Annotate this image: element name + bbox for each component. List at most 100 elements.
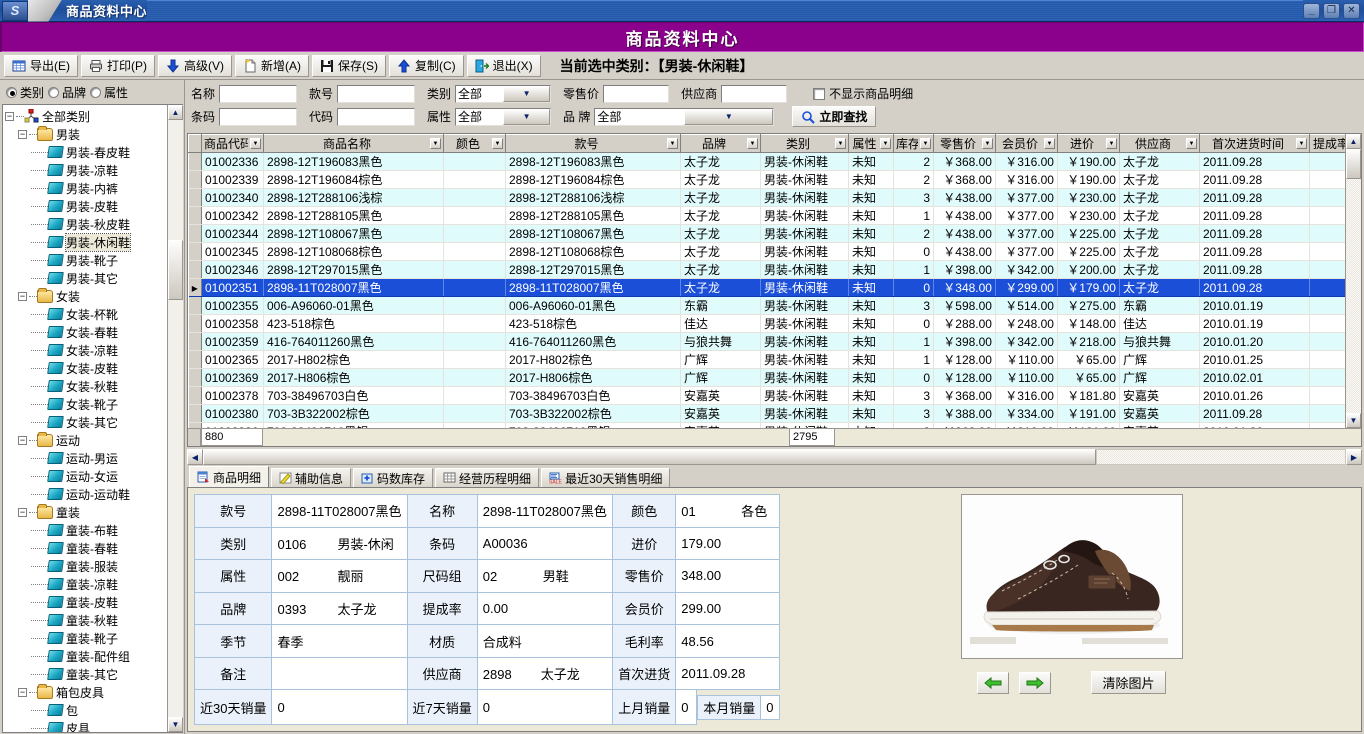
restore-icon[interactable]: ❐ (1323, 2, 1340, 19)
remark-value[interactable] (271, 656, 408, 691)
radio-attribute[interactable]: 属性 (90, 84, 128, 101)
tree-node-2[interactable]: 男装-春皮鞋 (5, 143, 167, 161)
member-value[interactable]: 299.00 (675, 591, 780, 626)
sizegroup-value[interactable]: 02 男鞋 (476, 559, 614, 593)
column-header-3[interactable]: 款号 ▼ (505, 134, 681, 153)
tree-expander-icon[interactable]: − (18, 687, 27, 697)
table-row[interactable]: 01002340 2898-12T288106浅棕 2898-12T288106浅棕… (188, 188, 1345, 207)
column-filter-icon[interactable]: ▼ (920, 138, 931, 149)
column-header-11[interactable]: 供应商 ▼ (1119, 134, 1200, 153)
column-filter-icon[interactable]: ▼ (492, 138, 503, 149)
column-filter-icon[interactable]: ▼ (982, 138, 993, 149)
table-row[interactable]: 01002345 2898-12T108068棕色 2898-12T108068棕色… (188, 242, 1345, 261)
tree-node-31[interactable]: 童装-其它 (5, 665, 167, 683)
retail-value[interactable]: 348.00 (675, 559, 780, 593)
tree-scrollbar[interactable]: ▲ ▼ (167, 105, 183, 732)
add-button[interactable]: 新增(A) (235, 54, 309, 77)
column-filter-icon[interactable]: ▼ (250, 138, 261, 149)
tree-node-5[interactable]: 男装-皮鞋 (5, 197, 167, 215)
hide-detail-checkbox[interactable]: 不显示商品明细 (813, 85, 913, 102)
tree-expander-icon[interactable]: − (18, 129, 27, 139)
tree-node-28[interactable]: 童装-秋鞋 (5, 611, 167, 629)
minimize-icon[interactable]: _ (1303, 2, 1320, 19)
name-value[interactable]: 2898-11T028007黑色 (476, 494, 614, 528)
margin-value[interactable]: 48.56 (675, 624, 780, 658)
radio-brand[interactable]: 品牌 (48, 84, 86, 101)
next-image-button[interactable] (1019, 671, 1052, 694)
chevron-down-icon[interactable]: ▼ (684, 108, 774, 125)
category-tree[interactable]: − 全部类别 − 男装 男装-春皮鞋 男装-凉鞋 男装-内裤 男装-皮鞋 男装-秋皮鞋 男装-休闲… (3, 105, 167, 732)
tree-node-7[interactable]: 男装-休闲鞋 (5, 232, 167, 252)
table-row[interactable]: 01002359 416-764011260黑色 416-764011260黑色 与狼… (188, 332, 1345, 351)
table-row[interactable]: 01002346 2898-12T297015黑色 2898-12T297015黑色… (188, 260, 1345, 279)
grid-hscrollbar[interactable]: ◀ ▶ (187, 449, 1362, 465)
style-value[interactable]: 2898-11T028007黑色 (271, 494, 408, 528)
tree-node-6[interactable]: 男装-秋皮鞋 (5, 215, 167, 233)
column-filter-icon[interactable]: ▼ (1044, 138, 1055, 149)
radio-category[interactable]: 类别 (6, 84, 44, 101)
exit-button[interactable]: 退出(X) (466, 54, 541, 77)
retail-input[interactable] (603, 84, 670, 103)
tree-node-34[interactable]: 皮具 (5, 719, 167, 732)
lastmonth-value[interactable]: 0 (675, 689, 698, 725)
sales30-value[interactable]: 0 (271, 689, 408, 725)
tree-node-11[interactable]: 女装-杯靴 (5, 305, 167, 323)
brand-select[interactable]: 全部 ▼ (594, 107, 775, 126)
column-filter-icon[interactable]: ▼ (1106, 138, 1117, 149)
hscroll-track[interactable] (1096, 449, 1346, 465)
style-input[interactable] (337, 84, 416, 103)
column-filter-icon[interactable]: ▼ (1186, 138, 1197, 149)
column-header-0[interactable]: 商品代码 ▼ (201, 134, 264, 153)
material-value[interactable]: 合成料 (476, 624, 614, 658)
hide-detail-checkbox-box[interactable] (813, 87, 826, 100)
code-input[interactable] (337, 107, 416, 126)
grid-vscrollbar[interactable]: ▲ ▼ (1345, 134, 1361, 428)
table-row[interactable]: 01002369 2017-H806棕色 2017-H806棕色 广辉 男装-休闲鞋 未知… (188, 368, 1345, 387)
column-header-5[interactable]: 类别 ▼ (760, 134, 849, 153)
tree-node-17[interactable]: 女装-其它 (5, 413, 167, 431)
table-row[interactable]: 01002344 2898-12T108067黑色 2898-12T108067黑色… (188, 224, 1345, 243)
tree-node-18[interactable]: − 运动 (5, 431, 167, 449)
column-header-7[interactable]: 库存 ▼ (893, 134, 934, 153)
category-select[interactable]: 全部 ▼ (455, 84, 552, 103)
tree-node-20[interactable]: 运动-女运 (5, 467, 167, 485)
print-button[interactable]: 打印(P) (81, 54, 155, 77)
prev-image-button[interactable] (977, 671, 1010, 694)
tree-node-32[interactable]: − 箱包皮具 (5, 683, 167, 701)
table-row[interactable]: 01002339 2898-12T196084棕色 2898-12T196084棕色… (188, 170, 1345, 189)
chevron-down-icon[interactable]: ▼ (503, 108, 551, 125)
column-filter-icon[interactable]: ▼ (667, 138, 678, 149)
season-value[interactable]: 春季 (271, 624, 408, 658)
column-filter-icon[interactable]: ▼ (880, 138, 891, 149)
tree-node-16[interactable]: 女装-靴子 (5, 395, 167, 413)
tree-node-26[interactable]: 童装-凉鞋 (5, 575, 167, 593)
table-row[interactable]: 01002355 006-A96060-01黑色 006-A96060-01黑色 东霸… (188, 296, 1345, 315)
tree-scroll-down-icon[interactable]: ▼ (168, 717, 183, 732)
tree-node-3[interactable]: 男装-凉鞋 (5, 161, 167, 179)
tree-node-24[interactable]: 童装-春鞋 (5, 539, 167, 557)
tree-node-8[interactable]: 男装-靴子 (5, 251, 167, 269)
tree-node-13[interactable]: 女装-凉鞋 (5, 341, 167, 359)
column-filter-icon[interactable]: ▼ (430, 138, 441, 149)
tree-scroll-thumb[interactable] (168, 240, 183, 300)
column-header-9[interactable]: 会员价 ▼ (995, 134, 1058, 153)
grid-scroll-track[interactable] (1346, 149, 1361, 413)
table-row[interactable]: 01002380 703-3B322002棕色 703-3B322002棕色 安嘉英男… (188, 404, 1345, 423)
tree-node-25[interactable]: 童装-服装 (5, 557, 167, 575)
color-value[interactable]: 01 各色 (675, 494, 780, 528)
advanced-button[interactable]: 高级(V) (158, 54, 232, 77)
tree-node-15[interactable]: 女装-秋鞋 (5, 377, 167, 395)
tree-node-19[interactable]: 运动-男运 (5, 449, 167, 467)
clear-image-button[interactable]: 清除图片 (1091, 671, 1166, 694)
tree-node-14[interactable]: 女装-皮鞋 (5, 359, 167, 377)
rate-value[interactable]: 0.00 (476, 591, 614, 626)
export-button[interactable]: 导出(E) (4, 54, 78, 77)
table-row[interactable]: 01002378 703-38496703白色 703-38496703白色 安嘉英男… (188, 386, 1345, 405)
find-button[interactable]: 立即查找 (792, 106, 877, 127)
tree-node-29[interactable]: 童装-靴子 (5, 629, 167, 647)
tab-1[interactable]: 商品明细 (189, 466, 270, 487)
table-row[interactable]: ▸ 01002351 2898-11T028007黑色 2898-11T028007黑… (188, 278, 1345, 297)
tree-scroll-track[interactable] (168, 120, 183, 717)
column-header-6[interactable]: 属性 ▼ (848, 134, 894, 153)
tree-node-0[interactable]: − 全部类别 (5, 107, 167, 125)
